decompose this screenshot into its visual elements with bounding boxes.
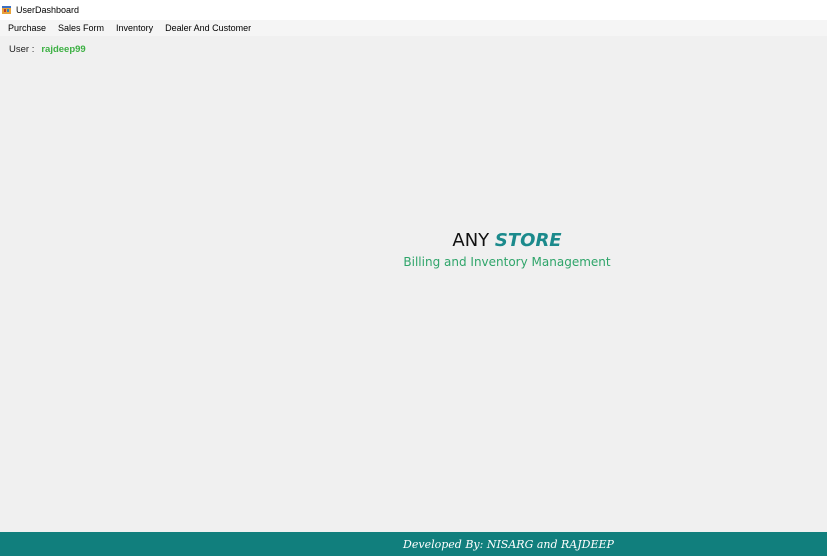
user-dashboard-window: UserDashboard Purchase Sales Form Invent… — [0, 0, 827, 556]
app-window-icon — [2, 5, 12, 15]
menu-purchase[interactable]: Purchase — [0, 20, 52, 36]
user-name: rajdeep99 — [41, 44, 86, 55]
menu-bar: Purchase Sales Form Inventory Dealer And… — [0, 20, 827, 36]
footer-bar: Developed By: NISARG and RAJDEEP — [0, 532, 827, 556]
menu-dealer-and-customer[interactable]: Dealer And Customer — [159, 20, 257, 36]
brand-title-highlight: STORE — [494, 230, 562, 251]
menu-sales-form[interactable]: Sales Form — [52, 20, 110, 36]
title-bar[interactable]: UserDashboard — [0, 0, 827, 20]
brand-title-prefix: ANY — [452, 230, 490, 251]
brand-block: ANY STORE Billing and Inventory Manageme… — [390, 230, 624, 269]
footer-credits: Developed By: NISARG and RAJDEEP — [403, 537, 614, 551]
brand-title: ANY STORE — [390, 230, 624, 252]
user-info: User : rajdeep99 — [9, 44, 86, 55]
user-label: User : — [9, 44, 35, 55]
window-title: UserDashboard — [16, 5, 80, 15]
brand-subtitle: Billing and Inventory Management — [403, 255, 611, 269]
menu-inventory[interactable]: Inventory — [110, 20, 159, 36]
